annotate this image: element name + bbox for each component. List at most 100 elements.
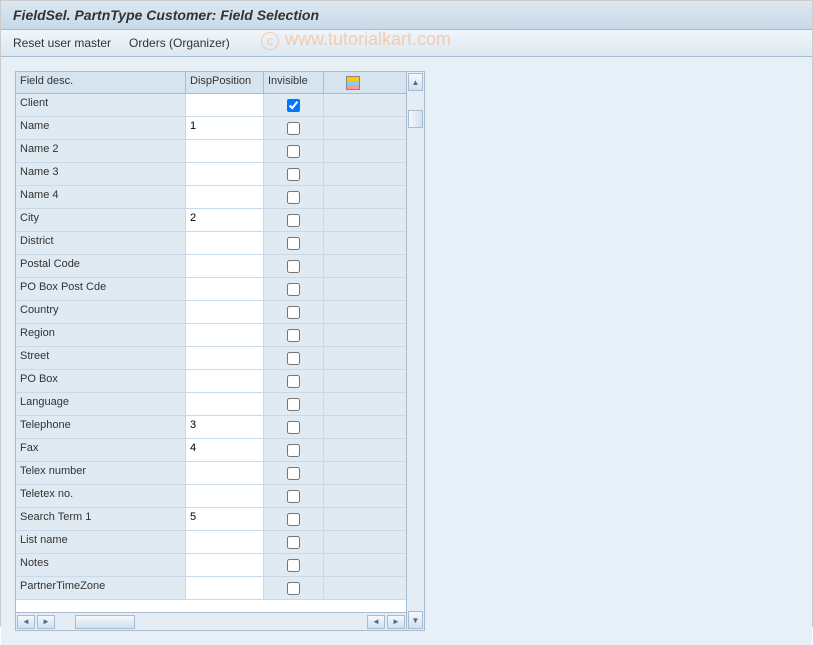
disp-position-cell: [186, 370, 264, 392]
vscroll-track[interactable]: [408, 92, 423, 610]
disp-position-input[interactable]: [190, 258, 259, 270]
invisible-checkbox[interactable]: [287, 513, 300, 526]
hscroll-thumb[interactable]: [75, 615, 135, 629]
table-row: List name: [16, 531, 406, 554]
disp-position-input[interactable]: [190, 350, 259, 362]
disp-position-input[interactable]: [190, 143, 259, 155]
disp-position-input[interactable]: [190, 419, 259, 431]
invisible-cell: [264, 554, 324, 576]
invisible-cell: [264, 485, 324, 507]
invisible-checkbox[interactable]: [287, 352, 300, 365]
invisible-checkbox[interactable]: [287, 237, 300, 250]
invisible-checkbox[interactable]: [287, 260, 300, 273]
row-spacer: [324, 140, 406, 162]
row-spacer: [324, 117, 406, 139]
field-selection-table: Field desc. DispPosition Invisible Clien…: [15, 71, 425, 631]
disp-position-input[interactable]: [190, 120, 259, 132]
invisible-checkbox[interactable]: [287, 375, 300, 388]
row-spacer: [324, 163, 406, 185]
invisible-checkbox[interactable]: [287, 191, 300, 204]
invisible-checkbox[interactable]: [287, 582, 300, 595]
scroll-right-inner-button[interactable]: ►: [37, 615, 55, 629]
vscroll-thumb[interactable]: [408, 110, 423, 128]
disp-position-cell: [186, 117, 264, 139]
invisible-checkbox[interactable]: [287, 214, 300, 227]
disp-position-cell: [186, 439, 264, 461]
invisible-checkbox[interactable]: [287, 559, 300, 572]
disp-position-input[interactable]: [190, 534, 259, 546]
invisible-checkbox[interactable]: [287, 99, 300, 112]
row-spacer: [324, 531, 406, 553]
disp-position-input[interactable]: [190, 488, 259, 500]
column-header-field-desc[interactable]: Field desc.: [16, 72, 186, 93]
invisible-checkbox[interactable]: [287, 283, 300, 296]
invisible-checkbox[interactable]: [287, 421, 300, 434]
table-body: ClientNameName 2Name 3Name 4CityDistrict…: [16, 94, 406, 612]
disp-position-cell: [186, 278, 264, 300]
field-desc-cell: Name: [16, 117, 186, 139]
invisible-checkbox[interactable]: [287, 145, 300, 158]
vertical-scrollbar: ▲ ▼: [406, 72, 424, 630]
table-row: PartnerTimeZone: [16, 577, 406, 600]
invisible-cell: [264, 186, 324, 208]
table-row: Name 3: [16, 163, 406, 186]
disp-position-input[interactable]: [190, 189, 259, 201]
scroll-up-button[interactable]: ▲: [408, 73, 423, 91]
orders-organizer-button[interactable]: Orders (Organizer): [129, 36, 230, 50]
table-settings-icon[interactable]: [346, 76, 360, 90]
invisible-checkbox[interactable]: [287, 306, 300, 319]
invisible-checkbox[interactable]: [287, 398, 300, 411]
scroll-down-button[interactable]: ▼: [408, 611, 423, 629]
invisible-checkbox[interactable]: [287, 444, 300, 457]
app-window: FieldSel. PartnType Customer: Field Sele…: [1, 1, 812, 626]
row-spacer: [324, 94, 406, 116]
column-header-disp-position[interactable]: DispPosition: [186, 72, 264, 93]
table-row: Country: [16, 301, 406, 324]
invisible-checkbox[interactable]: [287, 490, 300, 503]
row-spacer: [324, 347, 406, 369]
scroll-right-button[interactable]: ►: [387, 615, 405, 629]
disp-position-input[interactable]: [190, 327, 259, 339]
field-desc-cell: Language: [16, 393, 186, 415]
disp-position-cell: [186, 347, 264, 369]
reset-user-master-button[interactable]: Reset user master: [13, 36, 111, 50]
disp-position-input[interactable]: [190, 580, 259, 592]
invisible-checkbox[interactable]: [287, 168, 300, 181]
table-row: Teletex no.: [16, 485, 406, 508]
disp-position-input[interactable]: [190, 212, 259, 224]
disp-position-input[interactable]: [190, 166, 259, 178]
invisible-checkbox[interactable]: [287, 122, 300, 135]
scroll-left-button[interactable]: ◄: [17, 615, 35, 629]
disp-position-input[interactable]: [190, 557, 259, 569]
horizontal-scrollbar: ◄ ► ◄ ►: [16, 612, 406, 630]
disp-position-cell: [186, 324, 264, 346]
invisible-cell: [264, 577, 324, 599]
table-row: Name: [16, 117, 406, 140]
invisible-checkbox[interactable]: [287, 467, 300, 480]
field-desc-cell: PartnerTimeZone: [16, 577, 186, 599]
disp-position-input[interactable]: [190, 396, 259, 408]
disp-position-input[interactable]: [190, 281, 259, 293]
disp-position-input[interactable]: [190, 442, 259, 454]
invisible-checkbox[interactable]: [287, 536, 300, 549]
row-spacer: [324, 554, 406, 576]
row-spacer: [324, 209, 406, 231]
disp-position-cell: [186, 485, 264, 507]
invisible-cell: [264, 462, 324, 484]
disp-position-input[interactable]: [190, 465, 259, 477]
disp-position-input[interactable]: [190, 235, 259, 247]
disp-position-input[interactable]: [190, 373, 259, 385]
field-desc-cell: PO Box: [16, 370, 186, 392]
row-spacer: [324, 186, 406, 208]
column-header-invisible[interactable]: Invisible: [264, 72, 324, 93]
table-row: Street: [16, 347, 406, 370]
field-desc-cell: Name 3: [16, 163, 186, 185]
hscroll-track[interactable]: [57, 615, 365, 629]
page-title: FieldSel. PartnType Customer: Field Sele…: [13, 7, 319, 23]
disp-position-input[interactable]: [190, 304, 259, 316]
scroll-left-end-button[interactable]: ◄: [367, 615, 385, 629]
field-desc-cell: Notes: [16, 554, 186, 576]
disp-position-input[interactable]: [190, 511, 259, 523]
invisible-checkbox[interactable]: [287, 329, 300, 342]
disp-position-input[interactable]: [190, 97, 259, 109]
